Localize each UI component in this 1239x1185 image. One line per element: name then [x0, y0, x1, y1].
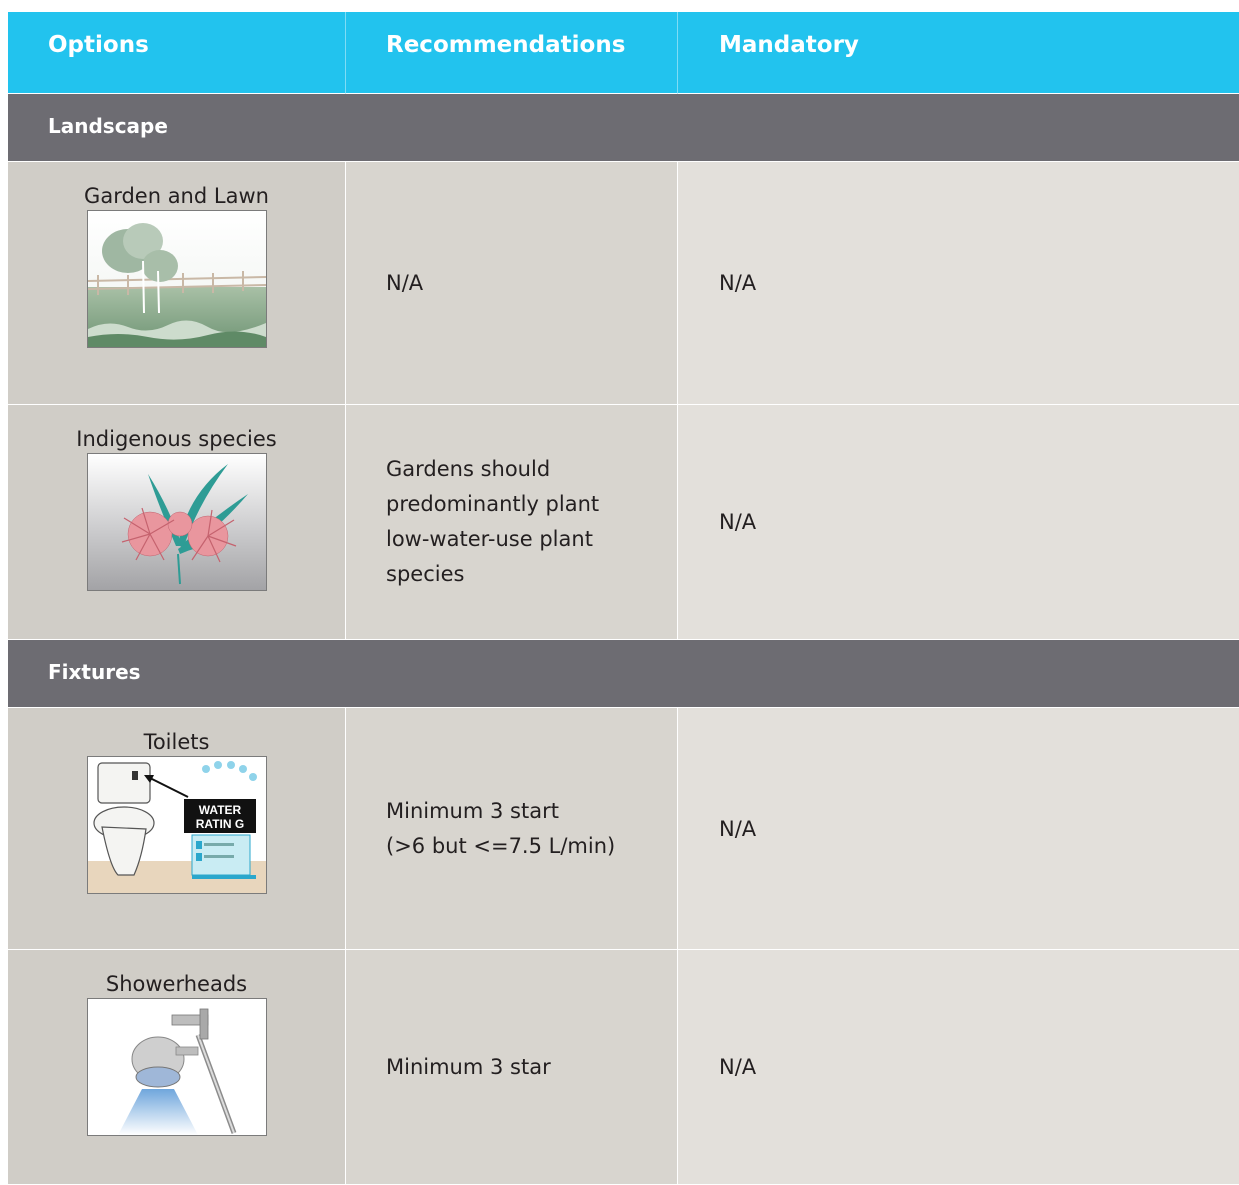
option-label: Indigenous species — [76, 427, 277, 451]
water-rating-text-2: RATIN G — [195, 817, 243, 831]
mandatory-cell: N/A — [678, 162, 1239, 405]
recommendation-text: Gardens should predominantly plant low-w… — [386, 457, 600, 586]
recommendation-line-1: Minimum 3 start — [386, 798, 559, 823]
table-row: Toilets WATER RATIN G Minimum 3 start (>… — [8, 708, 1239, 950]
option-label: Showerheads — [105, 972, 248, 996]
recommendation-cell: Minimum 3 start (>6 but <=7.5 L/min) — [346, 708, 678, 950]
option-cell: Showerheads — [8, 950, 346, 1185]
option-cell: Garden and Lawn — [8, 162, 346, 405]
showerhead-icon — [86, 998, 267, 1136]
table-header-row: Options Recommendations Mandatory — [8, 12, 1239, 94]
header-options: Options — [8, 12, 346, 94]
garden-lawn-icon — [86, 210, 267, 348]
option-label: Garden and Lawn — [84, 184, 269, 208]
table-row: Showerheads Minimum 3 star N/A — [8, 950, 1239, 1185]
option-cell: Indigenous species — [8, 405, 346, 640]
toilet-water-rating-icon: WATER RATIN G — [86, 756, 267, 894]
option-label: Toilets — [143, 730, 210, 754]
mandatory-cell: N/A — [678, 405, 1239, 640]
section-fixtures: Fixtures — [8, 640, 1239, 708]
option-cell: Toilets WATER RATIN G — [8, 708, 346, 950]
recommendation-text: Minimum 3 start (>6 but <=7.5 L/min) — [386, 794, 615, 864]
water-rating-text-1: WATER — [198, 803, 241, 817]
recommendation-cell: N/A — [346, 162, 678, 405]
mandatory-cell: N/A — [678, 950, 1239, 1185]
header-recommendations: Recommendations — [346, 12, 678, 94]
table-row: Garden and Lawn N/A N/A — [8, 162, 1239, 405]
indigenous-flower-icon — [86, 453, 267, 591]
section-landscape: Landscape — [8, 94, 1239, 162]
water-options-table: Options Recommendations Mandatory Landsc… — [8, 12, 1239, 1185]
recommendation-cell: Minimum 3 star — [346, 950, 678, 1185]
table-row: Indigenous species Gardens should predom… — [8, 405, 1239, 640]
recommendation-cell: Gardens should predominantly plant low-w… — [346, 405, 678, 640]
mandatory-cell: N/A — [678, 708, 1239, 950]
recommendation-line-2: (>6 but <=7.5 L/min) — [386, 833, 616, 858]
header-mandatory: Mandatory — [678, 12, 1239, 94]
